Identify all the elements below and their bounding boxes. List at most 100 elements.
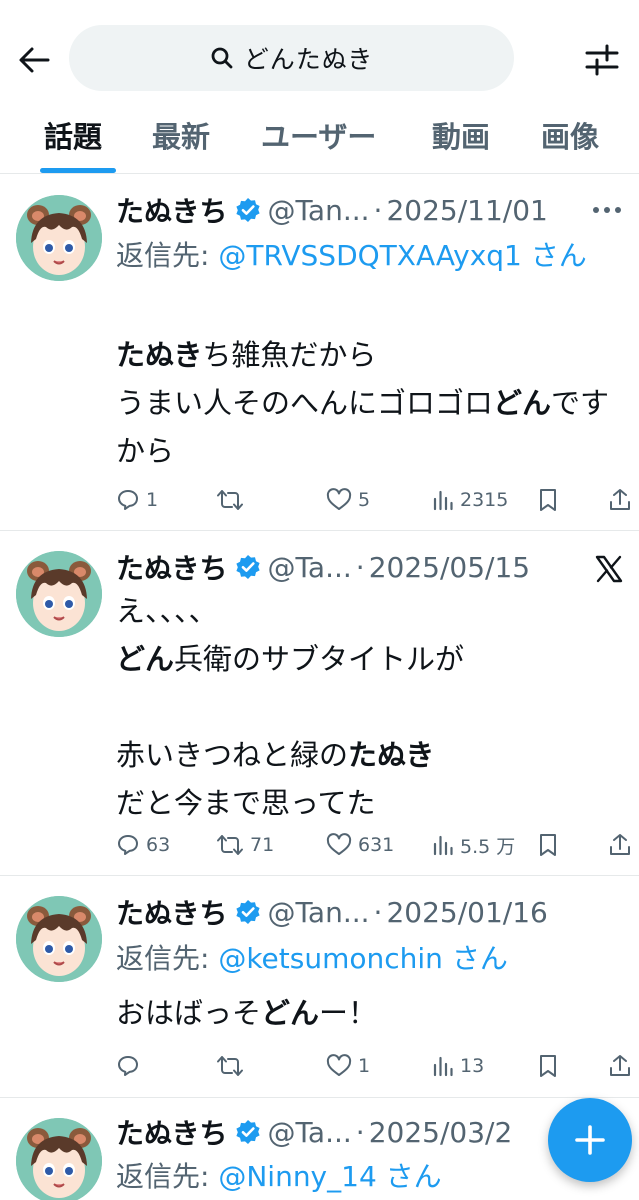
search-settings-button[interactable] — [580, 40, 624, 80]
user-handle[interactable]: @Tan... — [267, 194, 369, 227]
tweet-date[interactable]: 2025/03/2 — [369, 1116, 513, 1149]
tweet-header: たぬきち @Ta... · 2025/05/15 — [116, 547, 575, 587]
share-icon — [610, 834, 630, 855]
views-count: 5.5 万 — [460, 835, 516, 858]
retweet-icon — [217, 490, 243, 510]
retweet-button[interactable]: 71 — [216, 830, 274, 860]
retweet-button[interactable] — [216, 1051, 244, 1081]
reply-button[interactable]: 63 — [116, 830, 170, 860]
display-name[interactable]: たぬきち — [116, 892, 227, 932]
bookmark-icon — [540, 834, 556, 856]
verified-badge-icon — [235, 197, 261, 223]
display-name[interactable]: たぬきち — [116, 190, 227, 230]
share-button[interactable] — [609, 485, 631, 515]
views-chart-icon — [433, 490, 453, 511]
tweet-text: え、、、、 どん兵衛のサブタイトルが 赤いきつねと緑のたぬき だと今まで思ってた — [116, 587, 636, 827]
reply-icon — [118, 1056, 138, 1076]
separator-dot: · — [355, 1115, 365, 1149]
share-button[interactable] — [609, 1051, 631, 1081]
display-name[interactable]: たぬきち — [116, 1112, 227, 1152]
reply-mention-link[interactable]: @ketsumonchin さん — [218, 942, 507, 975]
verified-badge-icon — [235, 554, 261, 580]
display-name[interactable]: たぬきち — [116, 547, 227, 587]
tweet[interactable]: たぬきち @Tan... · 2025/01/16 返信先: @ketsumon… — [0, 876, 639, 1098]
share-icon — [610, 1055, 630, 1076]
views-count: 2315 — [460, 489, 509, 511]
highlighted-term: たぬき — [116, 338, 203, 372]
search-box[interactable]: どんたぬき — [69, 25, 514, 91]
tweet-actions: 1 13 — [116, 1051, 639, 1081]
tab-videos[interactable]: 動画 — [432, 114, 490, 156]
avatar[interactable] — [16, 195, 102, 281]
highlighted-term: どん — [261, 996, 320, 1030]
tab-latest[interactable]: 最新 — [152, 114, 210, 156]
heart-icon — [326, 488, 352, 510]
like-button[interactable]: 5 — [326, 485, 370, 515]
tweet-text: たぬきち雑魚だから うまい人そのへんにゴロゴロどんですから — [116, 331, 636, 475]
more-options-button[interactable] — [589, 195, 625, 225]
tweet-date[interactable]: 2025/11/01 — [386, 194, 547, 227]
tweet[interactable]: たぬきち @Ta... · 2025/03/2 返信先: @Ninny_14 さ… — [0, 1098, 639, 1200]
tab-images[interactable]: 画像 — [541, 114, 599, 156]
user-handle[interactable]: @Ta... — [267, 551, 351, 584]
separator-dot: · — [373, 193, 383, 227]
views-chart-icon — [433, 835, 453, 856]
reply-button[interactable]: 1 — [116, 485, 158, 515]
highlighted-term: どん — [493, 386, 552, 420]
tab-users[interactable]: ユーザー — [261, 114, 376, 156]
plus-icon — [575, 1125, 605, 1155]
sliders-icon — [585, 44, 619, 76]
replies-count: 1 — [146, 489, 159, 511]
bookmark-button[interactable] — [538, 830, 558, 860]
retweet-button[interactable] — [216, 485, 244, 515]
heart-icon — [326, 1054, 352, 1076]
views-button[interactable]: 2315 — [432, 485, 508, 515]
retweet-icon — [217, 835, 243, 855]
highlighted-term: たぬき — [348, 738, 435, 772]
compose-button[interactable] — [548, 1098, 632, 1182]
reply-mention-link[interactable]: @TRVSSDQTXAAyxq1 さん — [218, 239, 586, 272]
back-button[interactable] — [14, 42, 54, 78]
retweets-count: 71 — [250, 834, 275, 856]
views-button[interactable]: 13 — [432, 1051, 484, 1081]
reply-icon — [118, 835, 138, 855]
reply-context: 返信先: @ketsumonchin さん — [116, 936, 616, 982]
verified-badge-icon — [235, 1119, 261, 1145]
arrow-left-icon — [19, 47, 50, 73]
tweet-header: たぬきち @Tan... · 2025/11/01 — [116, 190, 579, 230]
like-button[interactable]: 631 — [326, 830, 394, 860]
separator-dot: · — [373, 895, 383, 929]
reply-mention-link[interactable]: @Ninny_14 さん — [218, 1160, 441, 1193]
views-button[interactable]: 5.5 万 — [432, 830, 515, 860]
reply-prefix: 返信先: — [116, 942, 219, 975]
user-handle[interactable]: @Tan... — [267, 896, 369, 929]
reply-context: 返信先: @Ninny_14 さん — [116, 1154, 616, 1200]
reply-prefix: 返信先: — [116, 239, 219, 272]
reply-button[interactable] — [116, 1051, 140, 1081]
tweet-actions: 63 71 631 5.5 万 — [116, 830, 639, 860]
like-button[interactable]: 1 — [326, 1051, 370, 1081]
user-handle[interactable]: @Ta... — [267, 1116, 351, 1149]
bookmark-button[interactable] — [538, 1051, 558, 1081]
tweet[interactable]: たぬきち @Tan... · 2025/11/01 返信先: @TRVSSDQT… — [0, 175, 639, 531]
tweet-date[interactable]: 2025/01/16 — [386, 896, 547, 929]
text-segment: え、、、、 — [116, 594, 218, 628]
more-icon — [593, 207, 621, 213]
tweet-date[interactable]: 2025/05/15 — [369, 551, 530, 584]
share-icon — [610, 489, 630, 510]
likes-count: 5 — [358, 489, 371, 511]
avatar[interactable] — [16, 551, 102, 637]
x-logo-icon — [593, 553, 625, 585]
reply-icon — [118, 490, 138, 510]
text-segment: だと今まで思ってた — [116, 786, 376, 820]
share-button[interactable] — [609, 830, 631, 860]
tweet[interactable]: たぬきち @Ta... · 2025/05/15 え、、、、 どん兵衛のサブタイ… — [0, 531, 639, 876]
tweet-actions: 1 5 2315 — [116, 485, 639, 515]
tab-top[interactable]: 話題 — [44, 114, 102, 156]
avatar[interactable] — [16, 1118, 102, 1200]
likes-count: 1 — [358, 1055, 371, 1077]
avatar[interactable] — [16, 896, 102, 982]
active-tab-indicator — [40, 168, 116, 173]
text-segment: ー！ — [319, 996, 378, 1030]
bookmark-button[interactable] — [538, 485, 558, 515]
